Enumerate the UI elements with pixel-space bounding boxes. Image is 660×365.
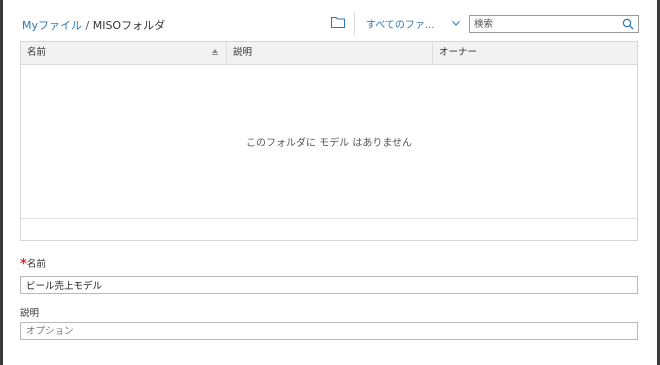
table-header: 名前 説明 オーナー <box>21 42 637 65</box>
breadcrumb-root-link[interactable]: Myファイル <box>22 19 82 32</box>
name-input[interactable] <box>26 278 626 292</box>
column-header-name-label: 名前 <box>27 47 47 58</box>
table-footer-divider <box>21 218 637 219</box>
empty-folder-message: このフォルダに モデル はありません <box>245 138 413 149</box>
name-field-label: *名前 <box>20 256 46 272</box>
description-input[interactable] <box>26 324 626 338</box>
name-field[interactable] <box>20 276 638 294</box>
breadcrumb-separator: / <box>82 19 93 32</box>
description-field-label: 説明 <box>20 308 40 319</box>
dialog-left-edge <box>0 0 3 365</box>
description-field[interactable] <box>20 322 638 340</box>
column-header-description[interactable]: 説明 <box>227 42 433 64</box>
required-marker: * <box>20 257 27 272</box>
breadcrumb: Myファイル / MISOフォルダ <box>22 17 165 33</box>
toolbar-divider <box>354 12 355 34</box>
search-input[interactable] <box>474 17 614 31</box>
column-header-description-label: 説明 <box>233 47 253 58</box>
chevron-down-icon <box>452 21 460 26</box>
file-browser-header: Myファイル / MISOフォルダ すべてのファ... <box>20 10 640 38</box>
search-field[interactable] <box>469 15 639 33</box>
file-type-filter-dropdown[interactable]: すべてのファ... <box>366 16 466 32</box>
name-label-text: 名前 <box>26 259 46 270</box>
breadcrumb-current-folder: MISOフォルダ <box>92 19 166 32</box>
search-icon[interactable] <box>622 18 634 30</box>
column-header-owner[interactable]: オーナー <box>433 42 637 64</box>
filter-selected-value: すべてのファ... <box>366 20 435 31</box>
folder-icon <box>330 16 346 29</box>
sort-ascending-icon[interactable] <box>211 48 219 56</box>
file-list-table: 名前 説明 オーナー このフォルダに モデル はありません <box>20 41 638 241</box>
column-header-owner-label: オーナー <box>439 47 478 58</box>
column-header-name[interactable]: 名前 <box>21 42 227 64</box>
new-folder-button[interactable] <box>330 15 346 29</box>
